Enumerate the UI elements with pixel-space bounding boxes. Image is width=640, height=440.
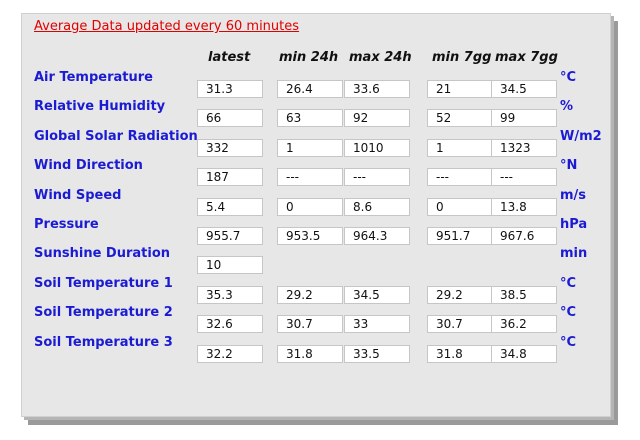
row-label: Sunshine Duration (34, 246, 171, 262)
row-label: Global Solar Radiation (34, 128, 198, 144)
panel-title: Average Data updated every 60 minutes (34, 19, 300, 34)
row-label: Relative Humidity (34, 99, 166, 115)
value-field: 5.4 (197, 197, 263, 216)
value-field: 30.7 (427, 315, 493, 334)
value-field: 33 (344, 315, 410, 334)
value-field: 0 (427, 197, 493, 216)
header-max-7gg: max 7gg (495, 50, 558, 65)
value-field: 36.2 (491, 315, 557, 334)
value-field: 33.5 (344, 344, 410, 363)
row-label: Wind Speed (34, 187, 122, 203)
header-min-24h: min 24h (279, 50, 339, 65)
value-field: 967.6 (491, 227, 557, 245)
value-field: 1010 (344, 138, 410, 157)
value-field: 32.2 (197, 344, 263, 363)
row-unit: °N (560, 158, 578, 174)
value-field: 35.3 (197, 285, 263, 304)
value-field: 964.3 (344, 227, 410, 245)
value-field: 955.7 (197, 227, 263, 245)
row-unit: W/m2 (560, 128, 602, 144)
row-unit: m/s (560, 187, 587, 203)
value-field: 29.2 (427, 285, 493, 304)
value-field: 31.3 (197, 80, 263, 98)
value-field: 92 (344, 109, 410, 128)
value-field: --- (344, 168, 410, 187)
value-field: --- (427, 168, 493, 187)
header-min-7gg: min 7gg (432, 50, 492, 65)
value-field: 332 (197, 138, 263, 157)
data-panel: Average Data updated every 60 minutes la… (21, 13, 611, 417)
row-label: Soil Temperature 3 (34, 334, 173, 350)
value-field: 951.7 (427, 227, 493, 245)
value-field: 1 (277, 138, 343, 157)
row-unit: °C (560, 334, 577, 350)
value-field: 8.6 (344, 197, 410, 216)
value-field: --- (491, 168, 557, 187)
row-label: Soil Temperature 1 (34, 275, 173, 291)
value-field: 187 (197, 168, 263, 187)
row-label: Soil Temperature 2 (34, 305, 173, 321)
value-field: 32.6 (197, 315, 263, 334)
row-unit: min (560, 246, 588, 262)
row-unit: °C (560, 275, 577, 291)
value-field: 34.8 (491, 344, 557, 363)
row-label: Air Temperature (34, 70, 153, 85)
value-field: 38.5 (491, 285, 557, 304)
row-unit: °C (560, 70, 577, 85)
value-field: 13.8 (491, 197, 557, 216)
value-field: 29.2 (277, 285, 343, 304)
value-field: 10 (197, 256, 263, 275)
row-label: Pressure (34, 217, 99, 232)
value-field: 34.5 (491, 80, 557, 98)
header-max-24h: max 24h (349, 50, 412, 65)
row-unit: hPa (560, 217, 588, 232)
value-field: 0 (277, 197, 343, 216)
value-field: 30.7 (277, 315, 343, 334)
value-field: 21 (427, 80, 493, 98)
value-field: 99 (491, 109, 557, 128)
header-latest: latest (208, 50, 251, 65)
value-field: --- (277, 168, 343, 187)
value-field: 953.5 (277, 227, 343, 245)
row-label: Wind Direction (34, 158, 143, 174)
value-field: 1323 (491, 138, 557, 157)
value-field: 34.5 (344, 285, 410, 304)
value-field: 1 (427, 138, 493, 157)
value-field: 31.8 (427, 344, 493, 363)
value-field: 66 (197, 109, 263, 128)
row-unit: % (560, 99, 574, 115)
value-field: 33.6 (344, 80, 410, 98)
row-unit: °C (560, 305, 577, 321)
value-field: 31.8 (277, 344, 343, 363)
value-field: 26.4 (277, 80, 343, 98)
value-field: 52 (427, 109, 493, 128)
value-field: 63 (277, 109, 343, 128)
